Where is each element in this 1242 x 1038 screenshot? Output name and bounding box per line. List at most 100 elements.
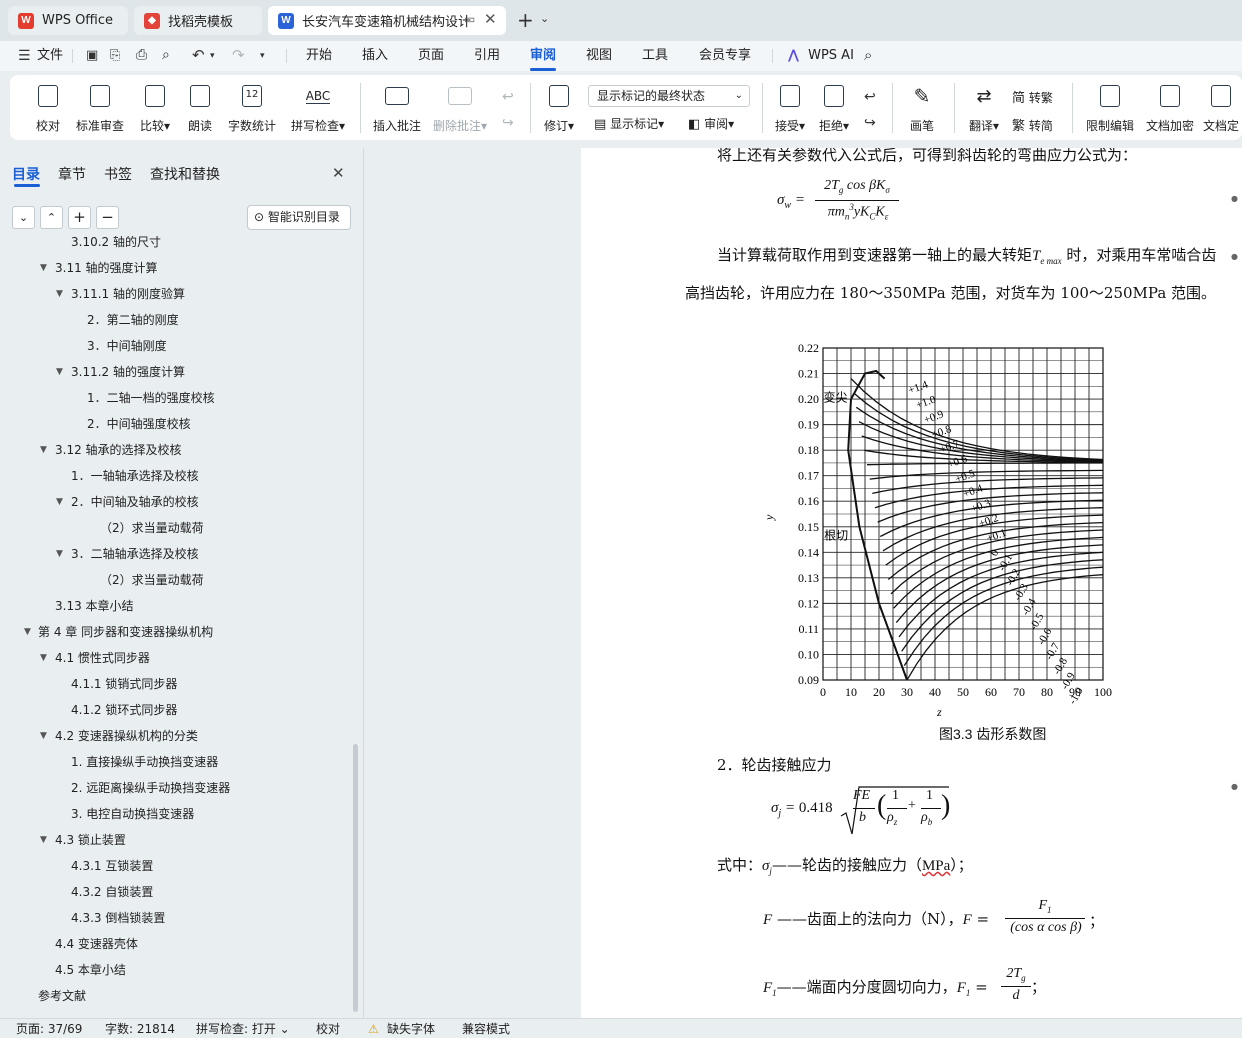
translate-button[interactable]: ⇄ 翻译▾ (962, 81, 1006, 134)
menu-member[interactable]: 会员专享 (694, 41, 756, 71)
toc-item[interactable]: 1. 直接操纵手动换挡变速器 (71, 749, 218, 775)
nav-tab-toc[interactable]: 目录 (12, 164, 40, 184)
pen-button[interactable]: ✎ 画笔 (902, 81, 942, 134)
toc-item[interactable]: 3.11.2 轴的强度计算 (71, 359, 185, 385)
toc-item[interactable]: 3.12 轴承的选择及校核 (55, 437, 182, 463)
to-simplified-button[interactable]: 繁 转简 (1012, 115, 1053, 134)
review-pane-button[interactable]: ◧ 审阅▾ (688, 115, 734, 132)
toc-toggle-icon[interactable]: ▼ (24, 627, 36, 637)
track-changes-button[interactable]: 修订▾ (538, 81, 580, 134)
nav-scrollbar[interactable] (353, 744, 358, 1012)
chevron-down-icon[interactable]: ⌄ (540, 12, 549, 25)
hamburger-icon[interactable]: ☰ (18, 48, 31, 64)
misspelled-word[interactable]: MPa (922, 858, 950, 874)
tab-document[interactable]: W 长安汽车变速箱机械结构设计 ▭ ✕ (268, 6, 506, 35)
page-indicator[interactable]: 页面: 37/69 (16, 1020, 82, 1038)
toc-item[interactable]: 4.1.1 锁销式同步器 (71, 671, 177, 697)
screen-icon[interactable]: ▭ (464, 12, 475, 26)
collapse-down-icon[interactable]: ⌄ (12, 206, 35, 229)
toc-item[interactable]: 2．中间轴强度校核 (87, 411, 191, 437)
toc-toggle-icon[interactable]: ▼ (56, 497, 68, 507)
reject-button[interactable]: 拒绝▾ (814, 81, 854, 134)
prev-change-icon[interactable]: ↩ (864, 89, 876, 105)
delete-comment-button[interactable]: 删除批注▾ (430, 81, 490, 134)
toc-toggle-icon[interactable]: ▼ (40, 731, 52, 741)
add-heading-icon[interactable]: + (68, 206, 91, 229)
close-tab-icon[interactable]: ✕ (484, 10, 497, 28)
toc-item[interactable]: （2）求当量动载荷 (100, 515, 204, 541)
close-pane-icon[interactable]: ✕ (332, 164, 345, 182)
proofread-status[interactable]: 校对 (316, 1020, 340, 1038)
undo-icon[interactable]: ↶ (192, 46, 205, 64)
toc-item[interactable]: 4.1.2 锁环式同步器 (71, 697, 177, 723)
remove-heading-icon[interactable]: − (96, 206, 119, 229)
read-aloud-button[interactable]: 朗读 (180, 81, 220, 134)
toc-item[interactable]: 2．中间轴及轴承的校核 (71, 489, 199, 515)
toc-item[interactable]: 第 4 章 同步器和变速器操纵机构 (38, 619, 213, 645)
menu-file[interactable]: 文件 (36, 41, 64, 71)
toc-item[interactable]: 3.11 轴的强度计算 (55, 255, 158, 281)
redo-icon[interactable]: ↷ (232, 46, 245, 64)
spell-check-button[interactable]: ABC 拼写检查▾ (286, 81, 350, 134)
toc-item[interactable]: 4.2 变速器操纵机构的分类 (55, 723, 198, 749)
word-count-indicator[interactable]: 字数: 21814 (105, 1020, 175, 1038)
compare-button[interactable]: 比较▾ (132, 81, 178, 134)
toc-item[interactable]: 4.3 锁止装置 (55, 827, 126, 853)
document-final-button[interactable]: 文档定 (1200, 81, 1242, 134)
toc-toggle-icon[interactable]: ▼ (40, 835, 52, 845)
document-encrypt-button[interactable]: 文档加密 (1142, 81, 1198, 134)
more-dropdown-icon[interactable]: ▾ (260, 51, 265, 61)
toc-item[interactable]: 4.1 惯性式同步器 (55, 645, 150, 671)
toc-toggle-icon[interactable]: ▼ (40, 263, 52, 273)
toc-item[interactable]: 4.3.2 自锁装置 (71, 879, 153, 905)
nav-tab-bookmarks[interactable]: 书签 (104, 164, 132, 184)
new-tab-icon[interactable]: + (517, 8, 534, 32)
proofread-button[interactable]: 校对 (28, 81, 68, 134)
toc-item[interactable]: 1．一轴轴承选择及校核 (71, 463, 199, 489)
restrict-editing-button[interactable]: 限制编辑 (1082, 81, 1138, 134)
next-change-icon[interactable]: ↪ (864, 115, 876, 131)
toc-item[interactable]: 3.13 本章小结 (55, 593, 134, 619)
toc-item[interactable]: 3. 电控自动换挡变速器 (71, 801, 194, 827)
menu-insert[interactable]: 插入 (356, 41, 394, 71)
smart-toc-button[interactable]: ⊙ 智能识别目录 (247, 205, 351, 230)
next-comment-icon[interactable]: ↪ (502, 115, 514, 131)
toc-toggle-icon[interactable]: ▼ (56, 289, 68, 299)
toc-item[interactable]: 4.3.1 互锁装置 (71, 853, 153, 879)
missing-font-button[interactable]: 缺失字体 (387, 1020, 435, 1038)
toc-item[interactable]: 4.3.3 倒档锁装置 (71, 905, 165, 931)
show-markup-button[interactable]: ▤ 显示标记▾ (594, 115, 664, 132)
print-preview-icon[interactable]: ⌕ (162, 47, 170, 63)
menu-start[interactable]: 开始 (300, 41, 338, 71)
undo-dropdown-icon[interactable]: ▾ (210, 51, 215, 61)
menu-reference[interactable]: 引用 (468, 41, 506, 71)
insert-comment-button[interactable]: 插入批注 (370, 81, 424, 134)
save-icon[interactable]: ▣ (86, 48, 98, 63)
search-icon[interactable]: ⌕ (864, 46, 872, 64)
menu-wps-ai[interactable]: WPS AI (806, 41, 856, 71)
toc-item[interactable]: （2）求当量动载荷 (100, 567, 204, 593)
menu-page[interactable]: 页面 (412, 41, 450, 71)
toc-toggle-icon[interactable]: ▼ (56, 549, 68, 559)
toc-item[interactable]: 2. 远距离操纵手动换挡变速器 (71, 775, 230, 801)
toc-item[interactable]: 1．二轴一档的强度校核 (87, 385, 215, 411)
accept-button[interactable]: 接受▾ (770, 81, 810, 134)
toc-item[interactable]: 4.4 变速器壳体 (55, 931, 138, 957)
document-page[interactable]: 将上还有关参数代入公式后，可得到斜齿轮的弯曲应力公式为： σw = 2Tg co… (581, 148, 1242, 1018)
toc-item[interactable]: 3.10.2 轴的尺寸 (71, 236, 161, 255)
standard-review-button[interactable]: 标准审查 (72, 81, 128, 134)
toc-toggle-icon[interactable]: ▼ (40, 653, 52, 663)
word-count-button[interactable]: 12 字数统计 (224, 81, 280, 134)
toc-item[interactable]: 4.5 本章小结 (55, 957, 126, 983)
markup-state-select[interactable]: 显示标记的最终状态 ⌄ (588, 85, 750, 107)
toc-item[interactable]: 3.11.1 轴的刚度验算 (71, 281, 185, 307)
expand-up-icon[interactable]: ⌃ (40, 206, 63, 229)
toc-item[interactable]: 2．第二轴的刚度 (87, 307, 179, 333)
menu-view[interactable]: 视图 (580, 41, 618, 71)
nav-tab-chapters[interactable]: 章节 (58, 164, 86, 184)
prev-comment-icon[interactable]: ↩ (502, 89, 514, 105)
toc-item[interactable]: 参考文献 (38, 983, 86, 1009)
tab-template[interactable]: ◆ 找稻壳模板 (134, 6, 262, 35)
print-icon[interactable]: ⎙ (136, 47, 147, 63)
toc-toggle-icon[interactable]: ▼ (56, 367, 68, 377)
